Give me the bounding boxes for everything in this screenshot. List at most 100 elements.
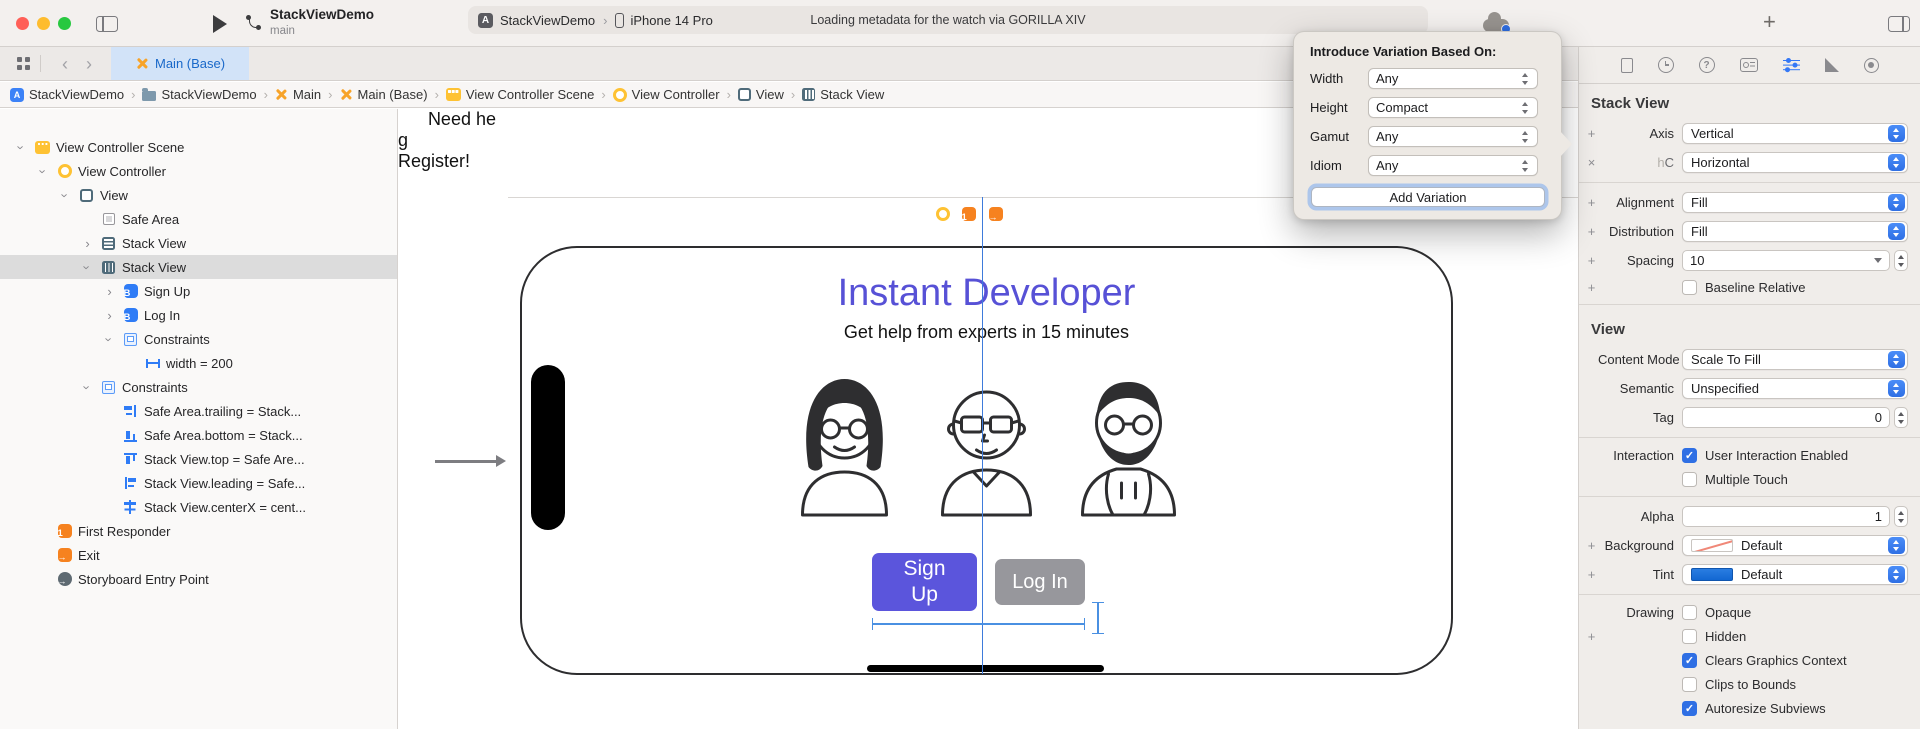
baseline-relative-checkbox[interactable] xyxy=(1682,280,1697,295)
outline-row-stack-view-selected[interactable]: Stack View xyxy=(0,255,397,279)
breadcrumb-view-controller[interactable]: View Controller xyxy=(613,87,720,102)
outline-row-constraint-bottom[interactable]: Safe Area.bottom = Stack... xyxy=(0,423,397,447)
clears-graphics-context-checkbox[interactable] xyxy=(1682,653,1697,668)
user-interaction-enabled-checkbox[interactable] xyxy=(1682,448,1697,463)
clips-to-bounds-checkbox[interactable] xyxy=(1682,677,1697,692)
close-window-button[interactable] xyxy=(16,17,29,30)
outline-row-exit[interactable]: Exit xyxy=(0,543,397,567)
idiom-dropdown[interactable]: Any xyxy=(1368,155,1538,176)
run-destination-project[interactable]: StackViewDemo xyxy=(500,13,595,28)
width-constraint-indicator[interactable] xyxy=(872,618,1085,630)
disclosure-triangle[interactable] xyxy=(102,333,117,346)
outline-row-view[interactable]: View xyxy=(0,183,397,207)
outline-row-width-constraint[interactable]: width = 200 xyxy=(0,351,397,375)
toggle-right-sidebar-icon[interactable] xyxy=(1888,16,1910,32)
add-variation-button[interactable] xyxy=(1585,126,1598,141)
breadcrumb-scene[interactable]: View Controller Scene xyxy=(446,87,594,102)
disclosure-triangle[interactable] xyxy=(80,237,95,250)
opaque-checkbox[interactable] xyxy=(1682,605,1697,620)
disclosure-triangle[interactable] xyxy=(14,141,29,154)
axis-variant-popup[interactable]: Horizontal xyxy=(1682,152,1908,173)
avatar-woman-glasses[interactable] xyxy=(782,367,907,517)
activity-status-bar[interactable]: StackViewDemo › iPhone 14 Pro Loading me… xyxy=(468,6,1428,34)
add-variation-button[interactable] xyxy=(1585,280,1598,295)
tag-stepper[interactable] xyxy=(1894,407,1908,428)
canvas-subtitle-label[interactable]: Get help from experts in 15 minutes xyxy=(520,322,1453,343)
breadcrumb-main[interactable]: Main xyxy=(275,87,321,102)
run-button[interactable] xyxy=(213,15,227,33)
outline-row-constraint-trailing[interactable]: Safe Area.trailing = Stack... xyxy=(0,399,397,423)
add-variation-button[interactable] xyxy=(1585,538,1598,553)
dock-exit-icon[interactable] xyxy=(989,207,1003,221)
distribution-popup[interactable]: Fill xyxy=(1682,221,1908,242)
disclosure-triangle[interactable] xyxy=(36,165,51,178)
multiple-touch-checkbox[interactable] xyxy=(1682,472,1697,487)
content-mode-popup[interactable]: Scale To Fill xyxy=(1682,349,1908,370)
dock-first-responder-icon[interactable] xyxy=(962,207,976,221)
add-variation-confirm-button[interactable]: Add Variation xyxy=(1311,187,1545,207)
tab-overview-icon[interactable] xyxy=(17,57,22,62)
history-inspector-icon[interactable] xyxy=(1658,57,1674,73)
toggle-left-sidebar-icon[interactable] xyxy=(96,16,118,32)
scheme-selector[interactable]: StackViewDemo main xyxy=(270,7,374,38)
outline-row-view-controller[interactable]: View Controller xyxy=(0,159,397,183)
outline-row-entry-point[interactable]: Storyboard Entry Point xyxy=(0,567,397,591)
alpha-field[interactable]: 1 xyxy=(1682,506,1890,527)
tag-field[interactable]: 0 xyxy=(1682,407,1890,428)
add-variation-button[interactable] xyxy=(1585,629,1598,644)
back-button[interactable]: ‹ xyxy=(53,55,77,73)
outline-row-safe-area[interactable]: Safe Area xyxy=(0,207,397,231)
disclosure-triangle[interactable] xyxy=(80,261,95,274)
minimize-window-button[interactable] xyxy=(37,17,50,30)
breadcrumb-stack-view[interactable]: Stack View xyxy=(802,87,884,102)
hidden-checkbox[interactable] xyxy=(1682,629,1697,644)
avatar-bearded-man-hoodie[interactable] xyxy=(1066,367,1191,517)
semantic-popup[interactable]: Unspecified xyxy=(1682,378,1908,399)
library-plus-button[interactable]: + xyxy=(1763,9,1776,35)
identity-inspector-icon[interactable] xyxy=(1740,58,1758,72)
outline-row-sign-up[interactable]: Sign Up xyxy=(0,279,397,303)
tint-popup[interactable]: Default xyxy=(1682,564,1908,585)
outline-row-constraint-top[interactable]: Stack View.top = Safe Are... xyxy=(0,447,397,471)
spacing-field[interactable]: 10 xyxy=(1682,250,1890,271)
tab-main-base[interactable]: Main (Base) xyxy=(111,47,249,80)
breadcrumb-view[interactable]: View xyxy=(738,87,784,102)
gamut-dropdown[interactable]: Any xyxy=(1368,126,1538,147)
zoom-window-button[interactable] xyxy=(58,17,71,30)
axis-popup[interactable]: Vertical xyxy=(1682,123,1908,144)
add-variation-button[interactable] xyxy=(1585,195,1598,210)
outline-row-stack-view-h[interactable]: Stack View xyxy=(0,231,397,255)
dock-view-controller-icon[interactable] xyxy=(936,207,950,221)
width-dropdown[interactable]: Any xyxy=(1368,68,1538,89)
file-inspector-icon[interactable] xyxy=(1621,58,1633,73)
height-dropdown[interactable]: Compact xyxy=(1368,97,1538,118)
remove-variation-button[interactable] xyxy=(1585,155,1598,170)
outline-row-constraints-2[interactable]: Constraints xyxy=(0,375,397,399)
help-inspector-icon[interactable] xyxy=(1699,57,1715,73)
spacing-stepper[interactable] xyxy=(1894,250,1908,271)
outline-row-log-in[interactable]: Log In xyxy=(0,303,397,327)
breadcrumb-project[interactable]: StackViewDemo xyxy=(10,87,124,102)
outline-row-constraint-centerx[interactable]: Stack View.centerX = cent... xyxy=(0,495,397,519)
disclosure-triangle[interactable] xyxy=(102,285,117,298)
connections-inspector-icon[interactable] xyxy=(1864,58,1879,73)
background-popup[interactable]: Default xyxy=(1682,535,1908,556)
add-variation-button[interactable] xyxy=(1585,567,1598,582)
disclosure-triangle[interactable] xyxy=(58,189,73,202)
outline-row-first-responder[interactable]: First Responder xyxy=(0,519,397,543)
disclosure-triangle[interactable] xyxy=(102,309,117,322)
canvas-title-label[interactable]: Instant Developer xyxy=(520,272,1453,315)
log-in-button[interactable]: Log In xyxy=(995,559,1085,605)
breadcrumb-folder[interactable]: StackViewDemo xyxy=(142,87,256,102)
add-variation-button[interactable] xyxy=(1585,253,1598,268)
avatar-bald-man-glasses[interactable] xyxy=(924,367,1049,517)
outline-row-constraint-leading[interactable]: Stack View.leading = Safe... xyxy=(0,471,397,495)
alpha-stepper[interactable] xyxy=(1894,506,1908,527)
spacing-constraint-indicator[interactable] xyxy=(1092,602,1104,634)
forward-button[interactable]: › xyxy=(77,55,101,73)
outline-row-constraints[interactable]: Constraints xyxy=(0,327,397,351)
add-variation-button[interactable] xyxy=(1585,224,1598,239)
size-inspector-icon[interactable] xyxy=(1825,58,1839,72)
disclosure-triangle[interactable] xyxy=(80,381,95,394)
outline-row-scene[interactable]: View Controller Scene xyxy=(0,135,397,159)
